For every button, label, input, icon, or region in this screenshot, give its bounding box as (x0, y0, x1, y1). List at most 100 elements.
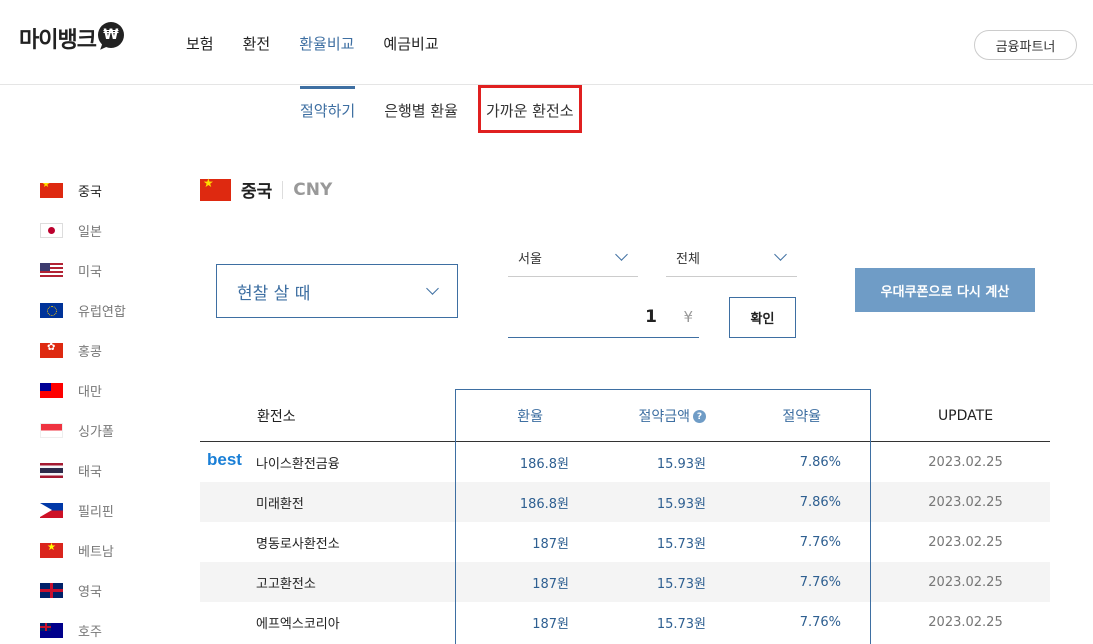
header-save-amount-label: 절약금액 (638, 408, 690, 425)
divider (282, 180, 284, 199)
table-row[interactable]: best 나이스환전금융 186.8원 15.93원 7.86% 2023.02.… (200, 442, 1050, 482)
won-bubble-icon: ₩ (97, 22, 124, 48)
header-save-ratio[interactable]: 절약율 (706, 406, 841, 426)
table-row[interactable]: 에프엑스코리아 187원 15.73원 7.76% 2023.02.25 (200, 602, 1050, 642)
country-label: 필리핀 (78, 504, 114, 520)
rate-cell: 187원 (532, 576, 569, 592)
country-label: 일본 (78, 224, 102, 240)
exchanger-name: 고고환전소 (256, 576, 316, 592)
update-cell: 2023.02.25 (928, 534, 1003, 550)
transaction-type-select[interactable]: 현찰 살 때 (216, 264, 458, 318)
header-exchanger: 환전소 (257, 408, 296, 425)
china-flag-icon (40, 182, 63, 198)
country-item-usa[interactable]: 미국 (40, 250, 126, 290)
china-flag-icon (200, 176, 231, 201)
yuan-unit: ¥ (683, 308, 693, 326)
save-ratio-cell: 7.76% (799, 574, 841, 590)
rate-cell: 186.8원 (519, 496, 569, 512)
table-row[interactable]: 명동로사환전소 187원 15.73원 7.76% 2023.02.25 (200, 522, 1050, 562)
scope-select[interactable]: 전체 (666, 238, 797, 277)
help-icon[interactable]: ? (693, 410, 706, 423)
country-item-taiwan[interactable]: 대만 (40, 370, 126, 410)
header-rate[interactable]: 환율 (455, 406, 569, 426)
tab-nearby-exchange[interactable]: 가까운 환전소 (477, 85, 582, 133)
vietnam-flag-icon (40, 542, 63, 558)
country-label: 태국 (78, 464, 102, 480)
country-item-china[interactable]: 중국 (40, 170, 126, 210)
exchanger-name-cell: best 나이스환전금융 (200, 449, 455, 472)
scope-value: 전체 (676, 251, 700, 267)
save-ratio-cell: 7.86% (799, 454, 841, 470)
country-label: 대만 (78, 384, 102, 400)
country-item-eu[interactable]: 유럽연합 (40, 290, 126, 330)
country-item-hongkong[interactable]: 홍콩 (40, 330, 126, 370)
financial-partner-button[interactable]: 금융파트너 (974, 30, 1077, 60)
thailand-flag-icon (40, 462, 63, 478)
rate-cell: 187원 (532, 616, 569, 632)
logo[interactable]: 마이뱅크 ₩ (19, 22, 124, 54)
tab-save[interactable]: 절약하기 (300, 86, 356, 134)
selected-country: 중국 (241, 182, 273, 202)
update-cell: 2023.02.25 (928, 574, 1003, 590)
logo-text: 마이뱅크 (19, 28, 97, 53)
main-nav: 보험 환전 환율비교 예금비교 (186, 33, 439, 54)
country-label: 호주 (78, 624, 102, 640)
save-ratio-cell: 7.76% (799, 534, 841, 550)
country-label: 싱가폴 (78, 424, 114, 440)
nav-exchange[interactable]: 환전 (243, 33, 271, 54)
best-badge: best (207, 449, 242, 469)
update-cell: 2023.02.25 (928, 614, 1003, 630)
exchanger-name: 에프엑스코리아 (256, 616, 340, 632)
exchanger-name: 명동로사환전소 (256, 536, 340, 552)
save-amount-cell: 15.93원 (656, 456, 706, 472)
country-item-australia[interactable]: 호주 (40, 610, 126, 644)
country-label: 베트남 (78, 544, 114, 560)
philippines-flag-icon (40, 502, 63, 518)
uk-flag-icon (40, 582, 63, 598)
nav-deposit-compare[interactable]: 예금비교 (383, 33, 438, 54)
country-item-japan[interactable]: 일본 (40, 210, 126, 250)
recalculate-coupon-button[interactable]: 우대쿠폰으로 다시 계산 (855, 268, 1035, 312)
japan-flag-icon (40, 222, 63, 238)
header-update: UPDATE (937, 407, 994, 424)
save-amount-cell: 15.93원 (656, 496, 706, 512)
country-item-philippines[interactable]: 필리핀 (40, 490, 126, 530)
amount-value: 1 (645, 307, 657, 327)
save-ratio-cell: 7.86% (799, 494, 841, 510)
save-amount-cell: 15.73원 (656, 536, 706, 552)
update-cell: 2023.02.25 (928, 494, 1003, 510)
country-label: 유럽연합 (78, 304, 126, 320)
country-item-thailand[interactable]: 태국 (40, 450, 126, 490)
confirm-button[interactable]: 확인 (729, 297, 796, 338)
exchanger-name: 나이스환전금융 (256, 456, 340, 472)
chevron-down-icon (615, 248, 628, 261)
region-select[interactable]: 서울 (508, 238, 638, 277)
exchange-table: 환전소 환율 절약금액? 절약율 UPDATE best 나이스환전금융 186.… (200, 390, 1050, 642)
transaction-type-value: 현찰 살 때 (237, 283, 311, 304)
table-row[interactable]: 고고환전소 187원 15.73원 7.76% 2023.02.25 (200, 562, 1050, 602)
exchanger-name: 미래환전 (256, 496, 304, 512)
hongkong-flag-icon (40, 342, 63, 358)
country-item-vietnam[interactable]: 베트남 (40, 530, 126, 570)
header-save-amount[interactable]: 절약금액? (569, 406, 706, 426)
save-ratio-cell: 7.76% (799, 614, 841, 630)
country-item-uk[interactable]: 영국 (40, 570, 126, 610)
table-row[interactable]: 미래환전 186.8원 15.93원 7.86% 2023.02.25 (200, 482, 1050, 522)
region-value: 서울 (518, 251, 542, 267)
taiwan-flag-icon (40, 382, 63, 398)
nav-rate-compare[interactable]: 환율비교 (299, 33, 354, 54)
australia-flag-icon (40, 622, 63, 638)
save-amount-cell: 15.73원 (656, 576, 706, 592)
country-label: 영국 (78, 584, 102, 600)
nav-insurance[interactable]: 보험 (186, 33, 214, 54)
country-list: 중국 일본 미국 유럽연합 홍콩 대만 싱가폴 태국 필리핀 베트남 영국 호주 (40, 170, 126, 644)
eu-flag-icon (40, 302, 63, 318)
rate-cell: 187원 (532, 536, 569, 552)
chevron-down-icon (426, 282, 439, 295)
country-item-singapore[interactable]: 싱가폴 (40, 410, 126, 450)
sub-nav: 절약하기 은행별 환율 가까운 환전소 (300, 85, 608, 134)
amount-input[interactable]: 1 ¥ (508, 297, 699, 338)
usa-flag-icon (40, 262, 63, 278)
tab-bank-rates[interactable]: 은행별 환율 (384, 86, 458, 134)
top-header: 마이뱅크 ₩ 보험 환전 환율비교 예금비교 금융파트너 (0, 0, 1093, 85)
